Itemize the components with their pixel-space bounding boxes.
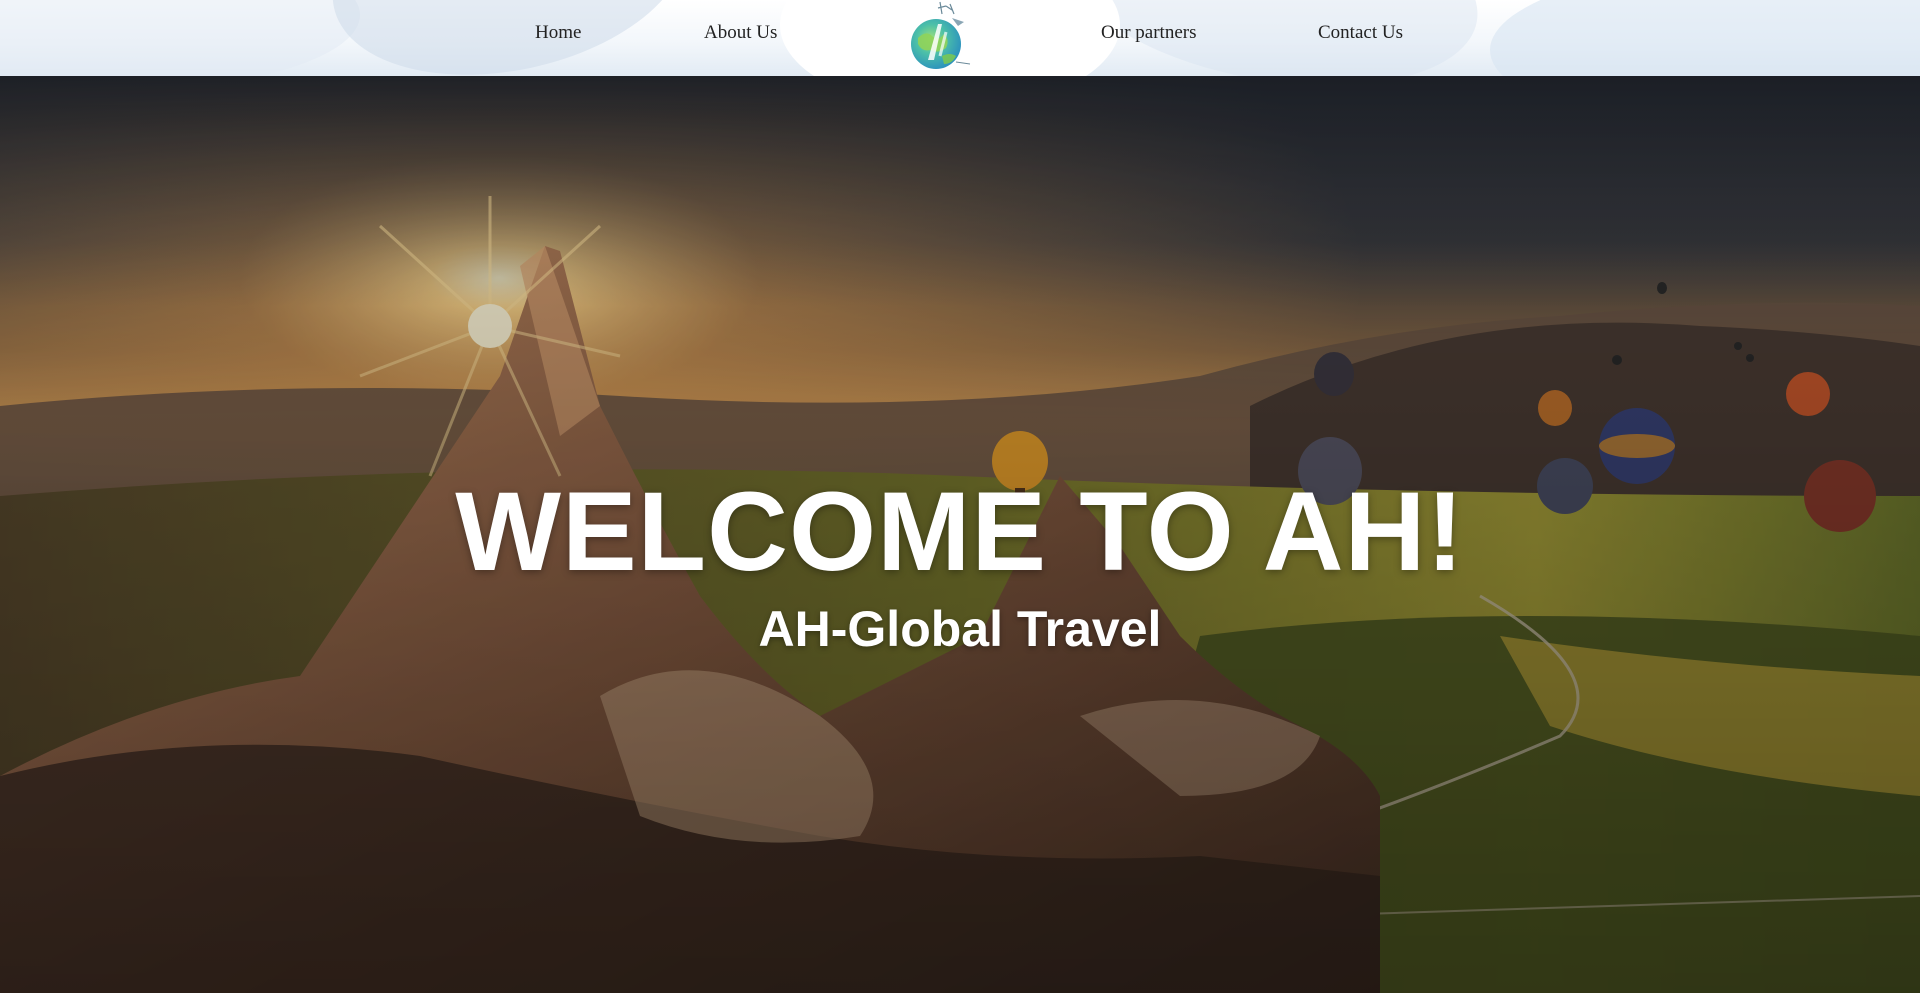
nav-link-about-us[interactable]: About Us: [704, 22, 777, 44]
hero-section: WELCOME TO AH! AH-Global Travel: [0, 76, 1920, 993]
page: Home About Us Our partners Contact Us WE…: [0, 0, 1920, 993]
nav-link-contact-us[interactable]: Contact Us: [1318, 22, 1403, 44]
header-decoration: [0, 0, 360, 76]
hero-subtitle: AH-Global Travel: [758, 601, 1162, 657]
hero-title: WELCOME TO AH!: [455, 469, 1465, 594]
nav-link-our-partners[interactable]: Our partners: [1101, 22, 1197, 44]
globe-logo-icon[interactable]: [902, 0, 974, 72]
header-decoration: [1490, 0, 1920, 76]
header-decoration: [313, 0, 707, 76]
logo-svg: [911, 1, 971, 69]
nav-link-home[interactable]: Home: [535, 22, 581, 44]
site-header: Home About Us Our partners Contact Us: [0, 0, 1920, 76]
